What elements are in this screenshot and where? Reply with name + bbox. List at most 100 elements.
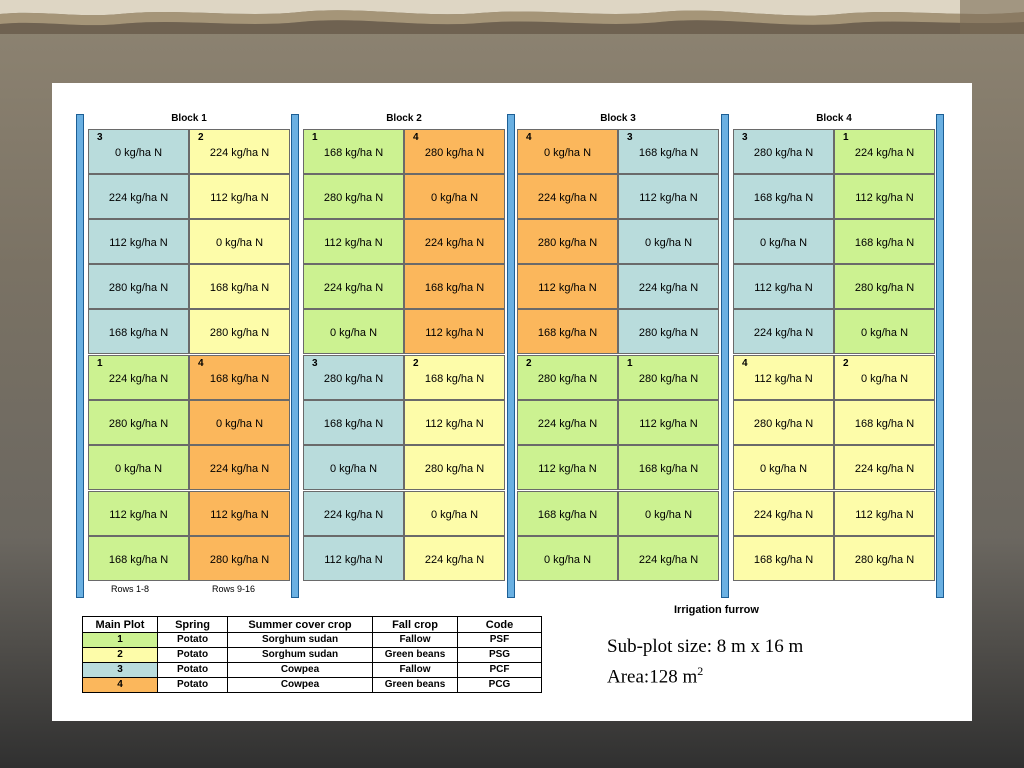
rows-label-2: Rows 9-16 — [212, 584, 256, 594]
nitrogen-rate-label: 0 kg/ha N — [430, 509, 479, 521]
irrigation-furrow — [936, 114, 944, 598]
block-title: Block 3 — [600, 113, 636, 124]
nitrogen-rate-label: 280 kg/ha N — [537, 237, 598, 249]
main-plot-number: 3 — [627, 132, 633, 143]
nitrogen-rate-label: 0 kg/ha N — [329, 463, 378, 475]
sub-plot-cell: 0 kg/ha N — [303, 445, 404, 490]
sub-plot-cell: 168 kg/ha N — [303, 400, 404, 445]
nitrogen-rate-label: 224 kg/ha N — [753, 327, 814, 339]
sub-plot-cell: 112 kg/ha N — [404, 400, 505, 445]
sub-plot-cell: 168 kg/ha N — [834, 400, 935, 445]
sub-plot-cell: 168 kg/ha N — [733, 174, 834, 219]
nitrogen-rate-label: 224 kg/ha N — [854, 463, 915, 475]
legend-row: 4 Potato Cowpea Green beans PCG — [82, 677, 542, 693]
sub-plot-cell: 168 kg/ha N — [189, 264, 290, 309]
sub-plot-cell: 3 168 kg/ha N — [618, 129, 719, 174]
irrigation-furrow — [507, 114, 515, 598]
area-superscript: 2 — [697, 664, 704, 678]
nitrogen-rate-label: 224 kg/ha N — [323, 282, 384, 294]
nitrogen-rate-label: 112 kg/ha N — [324, 237, 383, 249]
nitrogen-rate-label: 224 kg/ha N — [753, 509, 814, 521]
sub-plot-cell: 168 kg/ha N — [517, 309, 618, 354]
nitrogen-rate-label: 112 kg/ha N — [210, 192, 269, 204]
nitrogen-rate-label: 224 kg/ha N — [209, 147, 270, 159]
legend-table: Main Plot Spring Summer cover crop Fall … — [82, 616, 542, 693]
legend-header-row: Main Plot Spring Summer cover crop Fall … — [82, 616, 542, 633]
nitrogen-rate-label: 224 kg/ha N — [424, 554, 485, 566]
legend-summer-cell: Cowpea — [227, 677, 373, 693]
nitrogen-rate-label: 0 kg/ha N — [644, 237, 693, 249]
nitrogen-rate-label: 0 kg/ha N — [759, 237, 808, 249]
nitrogen-rate-label: 224 kg/ha N — [537, 192, 598, 204]
sub-plot-cell: 224 kg/ha N — [733, 491, 834, 536]
sub-plot-cell: 168 kg/ha N — [733, 536, 834, 581]
nitrogen-rate-label: 168 kg/ha N — [108, 554, 169, 566]
sub-plot-cell: 168 kg/ha N — [88, 536, 189, 581]
sub-plot-cell: 280 kg/ha N — [834, 536, 935, 581]
sub-plot-cell: 0 kg/ha N — [618, 219, 719, 264]
sub-plot-cell: 168 kg/ha N — [88, 309, 189, 354]
nitrogen-rate-label: 224 kg/ha N — [537, 418, 598, 430]
nitrogen-rate-label: 0 kg/ha N — [215, 237, 264, 249]
nitrogen-rate-label: 168 kg/ha N — [537, 327, 598, 339]
sub-plot-cell: 4 0 kg/ha N — [517, 129, 618, 174]
nitrogen-rate-label: 280 kg/ha N — [209, 554, 270, 566]
main-plot-number: 4 — [198, 358, 204, 369]
header-fall-crop: Fall crop — [372, 616, 458, 633]
nitrogen-rate-label: 168 kg/ha N — [424, 282, 485, 294]
legend-row: 2 Potato Sorghum sudan Green beans PSG — [82, 647, 542, 663]
nitrogen-rate-label: 0 kg/ha N — [114, 147, 163, 159]
main-plot-number: 3 — [742, 132, 748, 143]
sub-plot-cell: 224 kg/ha N — [834, 445, 935, 490]
main-plot-number: 2 — [526, 358, 532, 369]
nitrogen-rate-label: 0 kg/ha N — [543, 147, 592, 159]
legend-fall-cell: Fallow — [372, 662, 458, 678]
legend-code-cell: PCG — [457, 677, 542, 693]
legend-code-cell: PCF — [457, 662, 542, 678]
sub-plot-cell: 168 kg/ha N — [834, 219, 935, 264]
irrigation-furrow — [721, 114, 729, 598]
legend-spring-cell: Potato — [157, 632, 228, 648]
sub-plot-cell: 224 kg/ha N — [303, 264, 404, 309]
sub-plot-cell: 280 kg/ha N — [517, 219, 618, 264]
sub-plot-cell: 224 kg/ha N — [618, 536, 719, 581]
nitrogen-rate-label: 112 kg/ha N — [855, 192, 914, 204]
sub-plot-cell: 224 kg/ha N — [88, 174, 189, 219]
sub-plot-cell: 224 kg/ha N — [189, 445, 290, 490]
nitrogen-rate-label: 112 kg/ha N — [639, 192, 698, 204]
nitrogen-rate-label: 280 kg/ha N — [537, 373, 598, 385]
sub-plot-cell: 224 kg/ha N — [517, 400, 618, 445]
irrigation-furrow — [291, 114, 299, 598]
sub-plot-cell: 1 168 kg/ha N — [303, 129, 404, 174]
main-plot-number: 3 — [312, 358, 318, 369]
nitrogen-rate-label: 168 kg/ha N — [323, 147, 384, 159]
legend-code-cell: PSG — [457, 647, 542, 663]
sub-plot-cell: 112 kg/ha N — [834, 491, 935, 536]
sub-plot-cell: 1 224 kg/ha N — [88, 355, 189, 400]
nitrogen-rate-label: 224 kg/ha N — [424, 237, 485, 249]
sub-plot-cell: 224 kg/ha N — [404, 536, 505, 581]
nitrogen-rate-label: 280 kg/ha N — [424, 147, 485, 159]
nitrogen-rate-label: 168 kg/ha N — [209, 282, 270, 294]
legend-fall-cell: Green beans — [372, 677, 458, 693]
main-plot-number: 1 — [97, 358, 103, 369]
nitrogen-rate-label: 224 kg/ha N — [323, 509, 384, 521]
nitrogen-rate-label: 280 kg/ha N — [854, 554, 915, 566]
sub-plot-cell: 3 0 kg/ha N — [88, 129, 189, 174]
main-plot-number: 2 — [843, 358, 849, 369]
sub-plot-cell: 112 kg/ha N — [189, 491, 290, 536]
sub-plot-cell: 112 kg/ha N — [618, 400, 719, 445]
nitrogen-rate-label: 168 kg/ha N — [323, 418, 384, 430]
nitrogen-rate-label: 168 kg/ha N — [753, 554, 814, 566]
sub-plot-cell: 224 kg/ha N — [517, 174, 618, 219]
sub-plot-cell: 280 kg/ha N — [834, 264, 935, 309]
nitrogen-rate-label: 280 kg/ha N — [854, 282, 915, 294]
sub-plot-cell: 112 kg/ha N — [404, 309, 505, 354]
nitrogen-rate-label: 224 kg/ha N — [209, 463, 270, 475]
sub-plot-cell: 0 kg/ha N — [618, 491, 719, 536]
sub-plot-cell: 280 kg/ha N — [733, 400, 834, 445]
nitrogen-rate-label: 0 kg/ha N — [543, 554, 592, 566]
sub-plot-cell: 2 168 kg/ha N — [404, 355, 505, 400]
sub-plot-cell: 280 kg/ha N — [88, 400, 189, 445]
sub-plot-cell: 280 kg/ha N — [303, 174, 404, 219]
